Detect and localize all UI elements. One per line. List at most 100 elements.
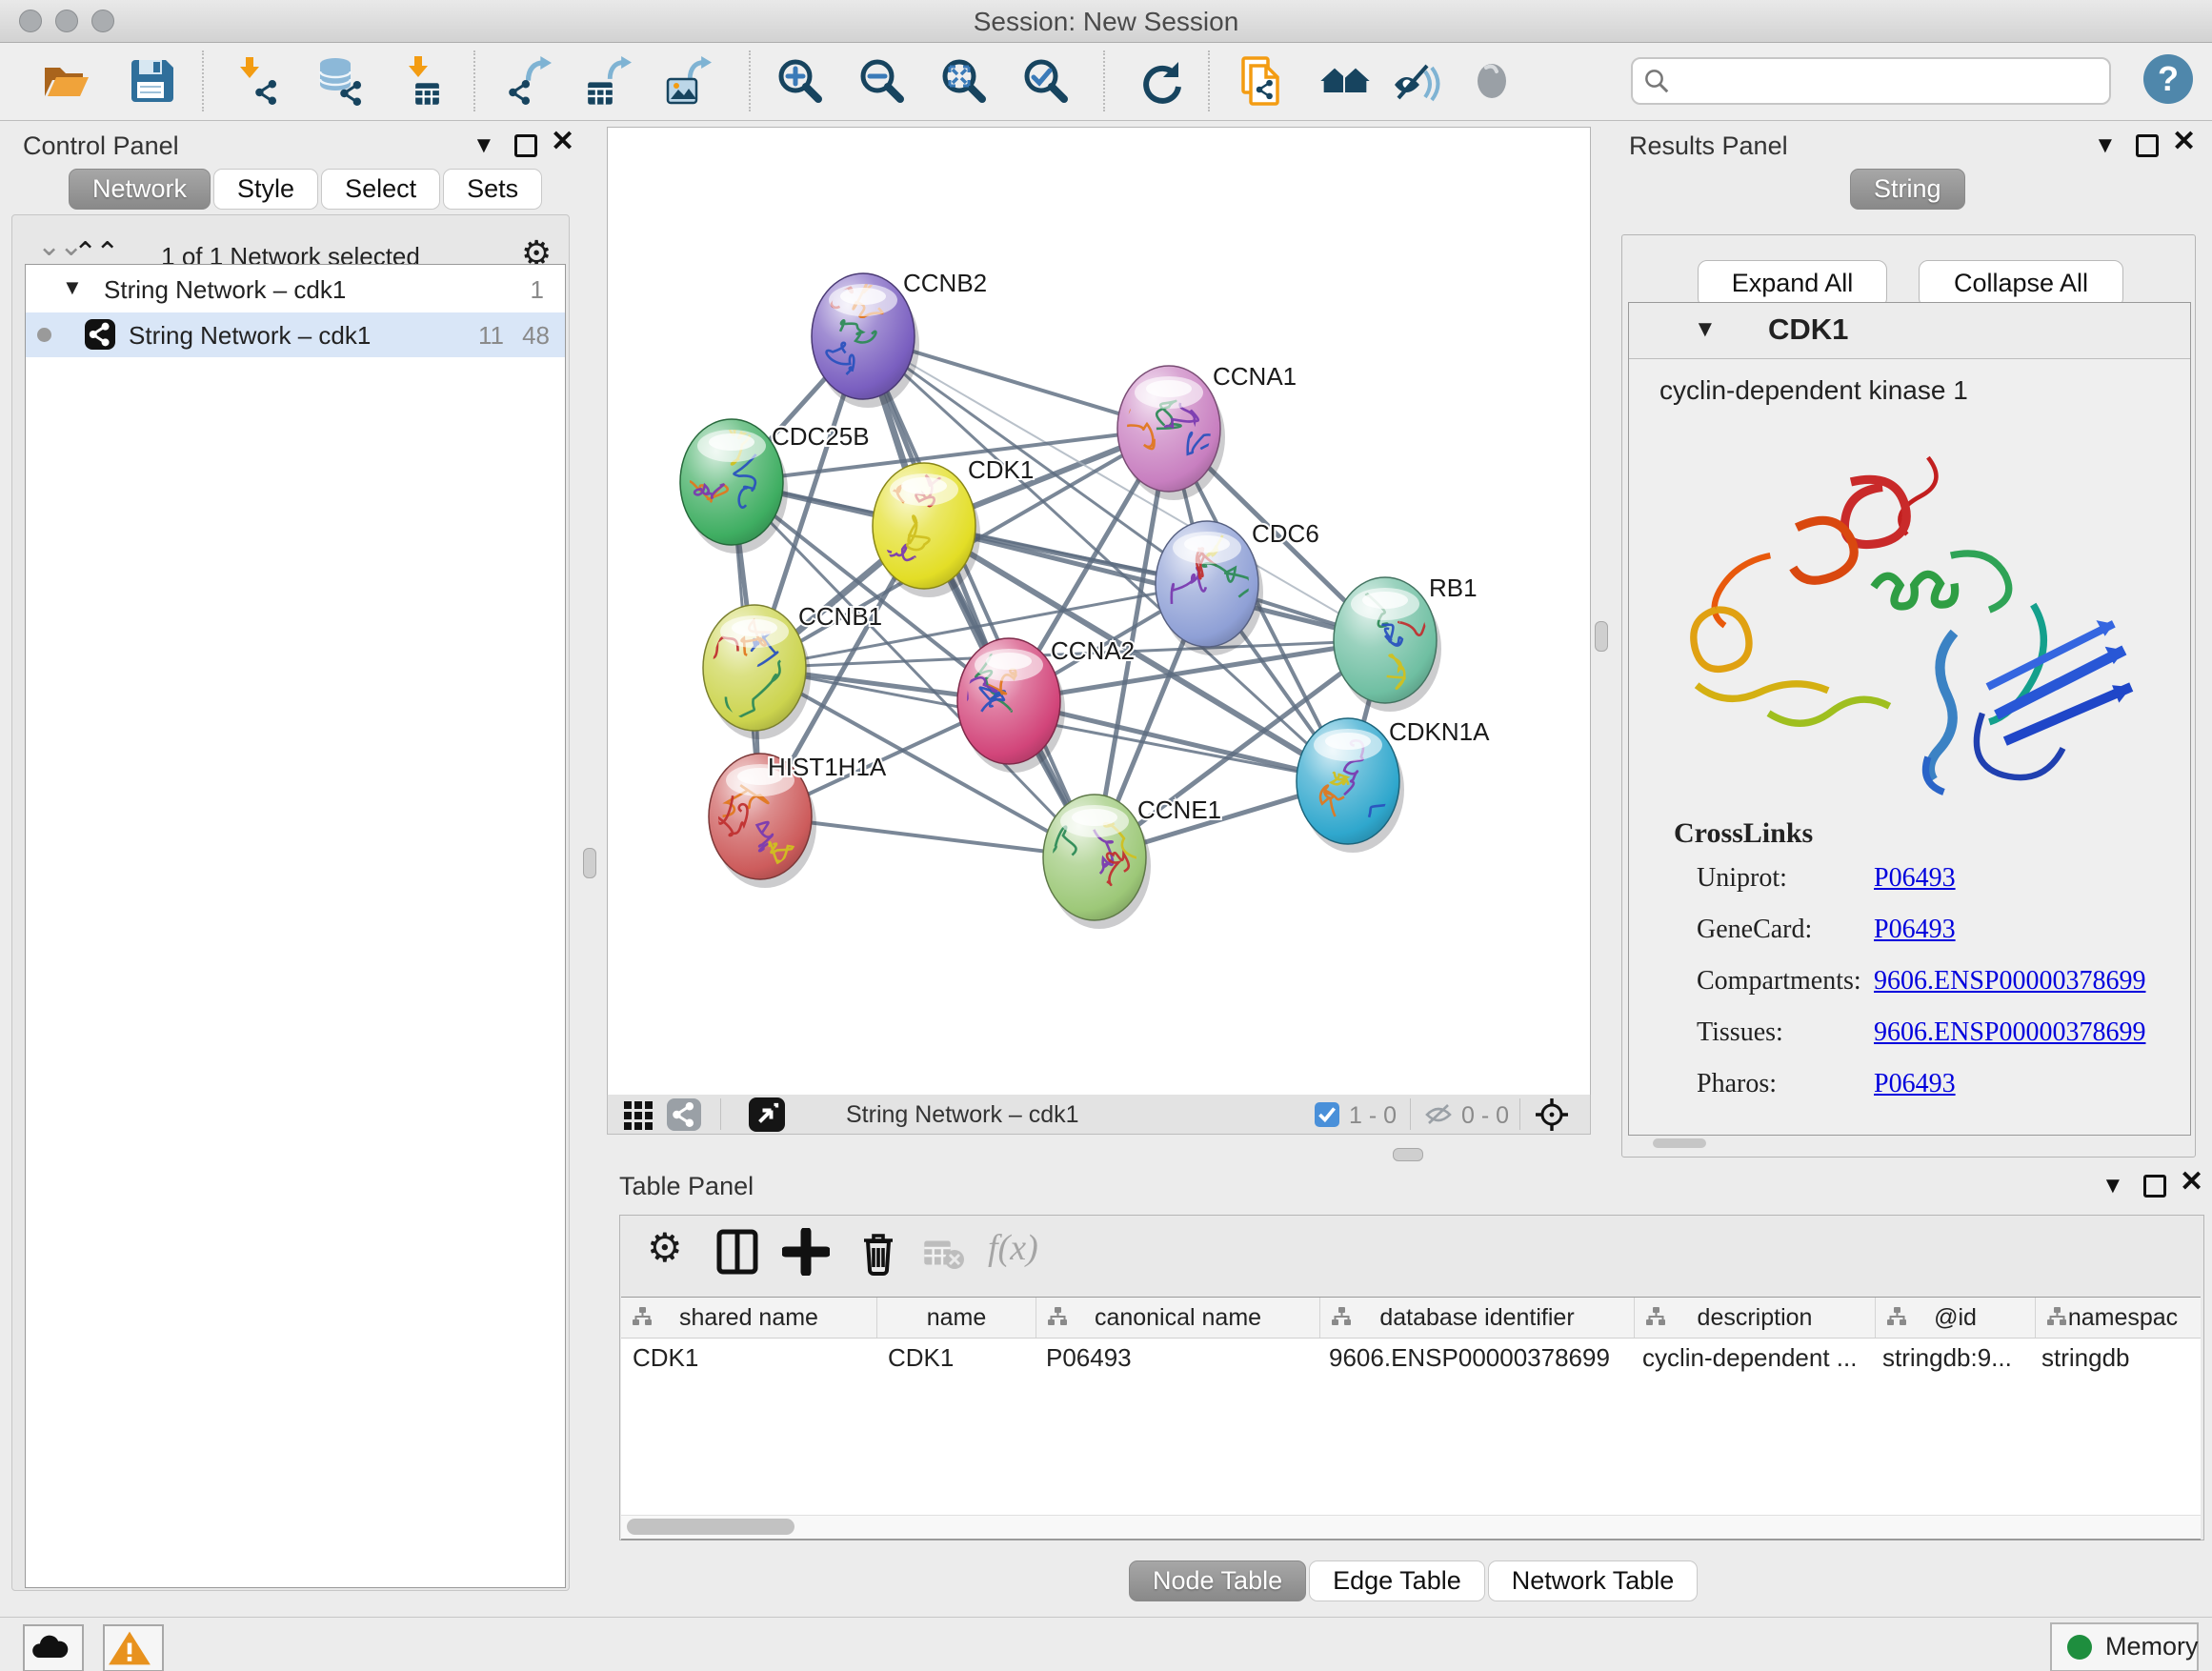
table-cell[interactable]: 9606.ENSP00000378699: [1317, 1339, 1631, 1377]
zoom-out-button[interactable]: [855, 54, 909, 108]
refresh-view-button[interactable]: [1135, 54, 1188, 108]
left-splitter-handle[interactable]: [583, 848, 596, 878]
create-column-icon[interactable]: [782, 1228, 830, 1276]
crosslink-pharos-link[interactable]: P06493: [1874, 1069, 1956, 1098]
collection-expand-icon[interactable]: ▼: [62, 275, 83, 300]
grid-view-icon[interactable]: [623, 1100, 654, 1131]
lens-button[interactable]: [1465, 54, 1518, 108]
collapse-all-button[interactable]: Collapse All: [1919, 260, 2123, 308]
node-details-header[interactable]: ▼ CDK1: [1629, 303, 2190, 359]
network-row[interactable]: String Network – cdk1 11 48: [26, 312, 565, 357]
close-panel-icon[interactable]: ✕: [551, 131, 574, 153]
maximize-panel-icon[interactable]: [514, 134, 537, 157]
crosslink-compartments-link[interactable]: 9606.ENSP00000378699: [1874, 966, 2145, 996]
float-panel-icon[interactable]: ▼: [2094, 134, 2117, 157]
network-node-CDKN1A[interactable]: CDKN1A: [1297, 717, 1490, 853]
crosslink-genecard-link[interactable]: P06493: [1874, 915, 1956, 944]
network-node-CCNE1[interactable]: CCNE1: [1039, 795, 1221, 929]
clone-network-button[interactable]: [1236, 54, 1289, 108]
network-canvas[interactable]: CCNB2CCNA1CDC25BCDK1CDC6RB1CCNB1CCNA2CDK…: [607, 127, 1591, 1096]
open-session-button[interactable]: [39, 54, 92, 108]
separator: [1410, 1098, 1411, 1130]
tab-sets[interactable]: Sets: [443, 169, 542, 210]
network-node-CCNA1[interactable]: CCNA1: [1117, 362, 1297, 500]
bottom-splitter-handle[interactable]: [1393, 1148, 1423, 1161]
hide-glasses-button[interactable]: [1389, 54, 1442, 108]
export-table-icon[interactable]: [583, 54, 636, 108]
birdseye-view-icon[interactable]: [749, 1097, 785, 1132]
search-input[interactable]: [1679, 63, 2101, 97]
network-node-HIST1H1A[interactable]: HIST1H1A: [709, 753, 887, 888]
column-header-database-identifier[interactable]: database identifier: [1319, 1298, 1634, 1338]
fit-selected-crosshair-icon[interactable]: [1534, 1097, 1570, 1133]
tab-style[interactable]: Style: [213, 169, 318, 210]
export-network-icon[interactable]: [503, 54, 556, 108]
column-header-shared-name[interactable]: shared name: [621, 1298, 876, 1338]
help-button[interactable]: ?: [2143, 54, 2193, 104]
tab-network[interactable]: Network: [69, 169, 211, 210]
network-node-CDC25B[interactable]: CDC25B: [680, 413, 870, 554]
cloud-status-button[interactable]: [23, 1624, 84, 1671]
collection-name: String Network – cdk1: [104, 275, 346, 305]
float-panel-icon[interactable]: ▼: [2101, 1175, 2124, 1198]
crosslink-uniprot-link[interactable]: P06493: [1874, 863, 1956, 893]
column-header-namespac[interactable]: namespac: [2035, 1298, 2210, 1338]
network-node-CCNA2[interactable]: CCNA2: [955, 636, 1135, 773]
tab-edge-table[interactable]: Edge Table: [1309, 1560, 1485, 1601]
column-label: shared name: [679, 1304, 818, 1332]
crosslink-row: Tissues:9606.ENSP00000378699: [1697, 1017, 2145, 1048]
zoom-in-button[interactable]: [774, 54, 827, 108]
expand-all-button[interactable]: Expand All: [1698, 260, 1887, 308]
column-header-description[interactable]: description: [1634, 1298, 1875, 1338]
horizontal-scrollbar-thumb[interactable]: [1653, 1138, 1706, 1148]
string-network-graph[interactable]: CCNB2CCNA1CDC25BCDK1CDC6RB1CCNB1CCNA2CDK…: [608, 128, 1590, 1095]
network-node-CCNB1[interactable]: CCNB1: [699, 602, 882, 739]
collapse-entry-icon[interactable]: ▼: [1694, 316, 1717, 343]
table-cell[interactable]: stringdb: [2030, 1339, 2204, 1377]
save-session-button[interactable]: [124, 54, 177, 108]
close-panel-icon[interactable]: ✕: [2172, 131, 2196, 153]
table-cell[interactable]: cyclin-dependent ...: [1631, 1339, 1871, 1377]
maximize-panel-icon[interactable]: [2143, 1175, 2166, 1198]
tab-network-table[interactable]: Network Table: [1488, 1560, 1699, 1601]
column-header-@id[interactable]: @id: [1875, 1298, 2035, 1338]
import-network-file-icon[interactable]: [231, 54, 284, 108]
network-node-CCNB2[interactable]: CCNB2: [812, 269, 987, 408]
table-cell[interactable]: CDK1: [876, 1339, 1035, 1377]
show-columns-icon[interactable]: [714, 1228, 761, 1276]
column-header-name[interactable]: name: [876, 1298, 1036, 1338]
tab-select[interactable]: Select: [321, 169, 440, 210]
right-splitter-handle[interactable]: [1595, 621, 1608, 652]
delete-column-icon[interactable]: [855, 1228, 902, 1276]
home-button[interactable]: [1317, 54, 1371, 108]
memory-button[interactable]: Memory: [2050, 1622, 2199, 1671]
tab-string[interactable]: String: [1850, 169, 1965, 210]
table-cell[interactable]: P06493: [1035, 1339, 1317, 1377]
selected-checkbox-icon[interactable]: [1315, 1102, 1339, 1127]
close-panel-icon[interactable]: ✕: [2180, 1171, 2203, 1194]
tab-node-table[interactable]: Node Table: [1129, 1560, 1306, 1601]
maximize-panel-icon[interactable]: [2136, 134, 2159, 157]
column-header-canonical-name[interactable]: canonical name: [1036, 1298, 1319, 1338]
network-node-RB1[interactable]: RB1: [1334, 564, 1478, 712]
node-label-CCNB2: CCNB2: [903, 269, 987, 297]
float-panel-icon[interactable]: ▼: [473, 134, 495, 157]
import-table-file-icon[interactable]: [393, 54, 447, 108]
import-network-database-icon[interactable]: [313, 54, 367, 108]
control-panel-tabs: NetworkStyleSelectSets: [69, 169, 545, 210]
shared-column-icon: [1046, 1306, 1069, 1329]
search-icon: [1642, 67, 1671, 95]
zoom-fit-button[interactable]: [937, 54, 991, 108]
table-options-gear-icon[interactable]: ⚙: [647, 1231, 694, 1278]
crosslink-tissues-link[interactable]: 9606.ENSP00000378699: [1874, 1017, 2145, 1047]
export-image-icon[interactable]: [663, 54, 716, 108]
network-badge-icon[interactable]: [667, 1098, 701, 1131]
table-cell[interactable]: stringdb:9...: [1871, 1339, 2030, 1377]
warning-status-button[interactable]: [103, 1624, 164, 1671]
table-cell[interactable]: CDK1: [621, 1339, 876, 1377]
network-collection-row[interactable]: ▼ String Network – cdk1 1: [26, 268, 565, 312]
table-horizontal-scrollbar[interactable]: [621, 1515, 2201, 1539]
zoom-selected-button[interactable]: [1019, 54, 1073, 108]
scrollbar-thumb[interactable]: [627, 1519, 794, 1535]
title-bar: Session: New Session: [0, 0, 2212, 43]
